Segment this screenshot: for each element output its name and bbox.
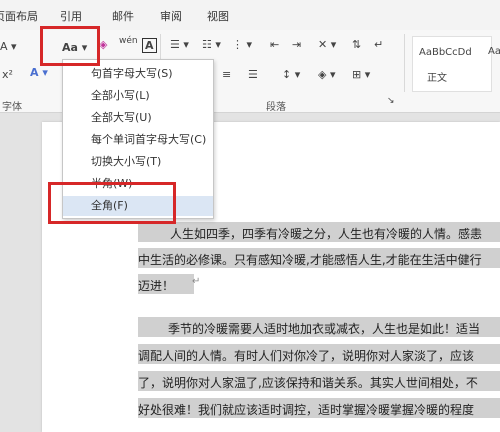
align-right-icon[interactable]: ≡ xyxy=(222,68,231,81)
tab-mailings[interactable]: 邮件 xyxy=(112,8,134,24)
character-border-icon[interactable]: A xyxy=(142,38,157,53)
text-effect-icon[interactable]: A ▾ xyxy=(30,66,48,79)
doc-line: 了，说明你对人家温了,应该保持和谐关系。其实人世间相处，不 xyxy=(138,376,478,390)
style-name-normal: 正文 xyxy=(427,73,447,84)
show-marks-icon[interactable]: ↵ xyxy=(374,38,383,51)
style-preview-next[interactable]: Aa xyxy=(488,46,500,57)
doc-line: 好处很难！我们就应该适时调控，适时掌握冷暖掌握冷暖的程度 xyxy=(138,403,475,417)
increase-indent-icon[interactable]: ⇥ xyxy=(292,38,301,51)
decrease-indent-icon[interactable]: ⇤ xyxy=(270,38,279,51)
borders-icon[interactable]: ⊞ ▾ xyxy=(352,68,370,81)
font-group-label: 字体 xyxy=(2,102,22,113)
menu-item-lowercase[interactable]: 全部小写(L) xyxy=(63,86,213,106)
superscript-icon[interactable]: x² xyxy=(2,68,13,81)
phonetic-guide-icon[interactable]: wén xyxy=(119,36,138,46)
doc-line: 人生如四季，四季有冷暖之分，人生也有冷暖的人情。感恚 xyxy=(170,227,483,241)
highlight-box-full-width xyxy=(48,182,176,224)
bullets-icon[interactable]: ☰ ▾ xyxy=(170,38,189,51)
menu-item-capitalize-each-word[interactable]: 每个单词首字母大写(C) xyxy=(63,130,213,150)
style-normal[interactable]: AaBbCcDd 正文 xyxy=(412,36,492,92)
menu-item-sentence-case[interactable]: 句首字母大写(S) xyxy=(63,64,213,84)
paragraph-launcher-icon[interactable]: ↘ xyxy=(387,96,395,106)
doc-line: 中生活的必修课。只有感知冷暖,才能感悟人生,才能在生活中健行 xyxy=(138,253,482,267)
numbering-icon[interactable]: ☷ ▾ xyxy=(202,38,221,51)
tab-references[interactable]: 引用 xyxy=(60,8,82,24)
tab-page-layout[interactable]: 页面布局 xyxy=(0,8,38,24)
doc-line: 季节的冷暖需要人适时地加衣或减衣，人生也是如此！适当 xyxy=(168,322,481,336)
tab-review[interactable]: 审阅 xyxy=(160,8,182,24)
sort-icon[interactable]: ⇅ xyxy=(352,38,361,51)
justify-icon[interactable]: ☰ xyxy=(248,68,258,81)
highlight-box-change-case xyxy=(40,26,100,66)
paragraph-group-label: 段落 xyxy=(266,102,286,113)
menu-item-toggle-case[interactable]: 切换大小写(T) xyxy=(63,152,213,172)
shrink-font-icon[interactable]: A ▾ xyxy=(0,40,17,53)
shading-icon[interactable]: ◈ ▾ xyxy=(318,68,335,81)
clear-format-icon[interactable]: ◈ xyxy=(99,38,107,51)
paragraph-mark-icon: ↵ xyxy=(192,276,201,287)
multilevel-list-icon[interactable]: ⋮ ▾ xyxy=(232,38,252,51)
tab-view[interactable]: 视图 xyxy=(207,8,229,24)
chinese-layout-icon[interactable]: ✕ ▾ xyxy=(318,38,336,51)
style-preview-normal: AaBbCcDd xyxy=(419,47,472,58)
doc-line: 调配人间的人情。有时人们对你冷了，说明你对人家淡了，应该 xyxy=(138,349,475,363)
doc-line: 迈进！ xyxy=(138,279,175,293)
line-spacing-icon[interactable]: ↕ ▾ xyxy=(282,68,300,81)
menu-item-uppercase[interactable]: 全部大写(U) xyxy=(63,108,213,128)
